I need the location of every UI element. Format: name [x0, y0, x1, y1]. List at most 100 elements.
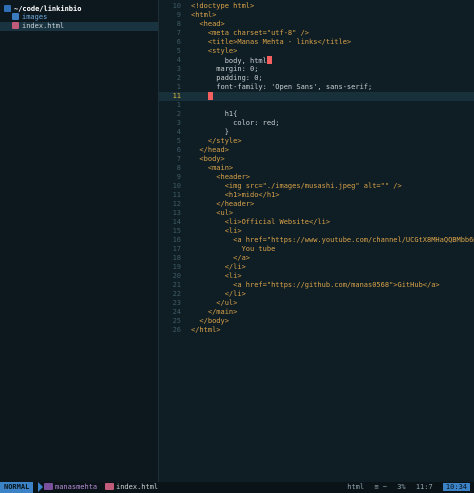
html-icon: [105, 483, 114, 490]
code-line[interactable]: <title>Manas Mehta - links</title>: [191, 38, 351, 47]
code-line[interactable]: <!doctype html>: [191, 2, 254, 11]
mode-separator: [38, 482, 43, 492]
line-number: 10: [172, 182, 181, 190]
line-number: 4: [176, 56, 181, 64]
line-number: 1: [176, 83, 181, 91]
code-line[interactable]: <img src="./images/musashi.jpeg" alt="" …: [191, 182, 402, 191]
line-number: 9: [176, 11, 181, 19]
line-number: 5: [176, 47, 181, 55]
code-line[interactable]: </style>: [191, 137, 242, 146]
code-line[interactable]: }: [191, 128, 229, 137]
line-number: 6: [176, 38, 181, 46]
code-line[interactable]: [191, 92, 213, 101]
code-line[interactable]: </li>: [191, 290, 246, 299]
line-number: 2: [176, 110, 181, 118]
line-number: 17: [172, 245, 181, 253]
line-number: 7: [176, 29, 181, 37]
line-number: 2: [176, 74, 181, 82]
line-number: 13: [172, 209, 181, 217]
line-number: 9: [176, 173, 181, 181]
text-cursor: [207, 92, 213, 100]
code-line[interactable]: </head>: [191, 146, 229, 155]
tree-item-label: index.html: [22, 22, 65, 30]
line-number: 5: [176, 137, 181, 145]
code-line[interactable]: <li>: [191, 272, 242, 281]
line-number: 21: [172, 281, 181, 289]
code-line[interactable]: </header>: [191, 200, 254, 209]
tree-item-label: images: [22, 13, 48, 21]
code-line[interactable]: </li>: [191, 263, 246, 272]
code-line[interactable]: </body>: [191, 317, 229, 326]
git-branch: manasmehta: [44, 482, 97, 493]
code-line[interactable]: <head>: [191, 20, 224, 29]
line-number: 8: [176, 164, 181, 172]
code-line[interactable]: <li>Official Website</li>: [191, 218, 330, 227]
code-line[interactable]: </a>: [191, 254, 250, 263]
tree-item-images[interactable]: images: [12, 13, 47, 22]
status-right: html ≡ ~ 3% 11:7 10:34: [341, 482, 470, 493]
encoding-label: ≡ ~: [374, 483, 387, 491]
code-line[interactable]: padding: 0;: [191, 74, 262, 83]
code-line[interactable]: <html>: [191, 11, 216, 20]
code-line[interactable]: color: red;: [191, 119, 279, 128]
code-line[interactable]: <style>: [191, 47, 238, 56]
git-branch-icon: [44, 483, 53, 490]
line-number: 10: [172, 2, 181, 10]
file-tree-panel[interactable]: ~/code/linkinbio images index.html: [0, 0, 159, 482]
line-number: 6: [176, 146, 181, 154]
scroll-percent: 3%: [397, 483, 406, 491]
tree-item-index-html[interactable]: index.html: [12, 22, 64, 31]
line-number: 3: [176, 119, 181, 127]
line-number: 8: [176, 20, 181, 28]
current-file: index.html: [105, 482, 158, 493]
filetype-label: html: [347, 483, 365, 491]
tree-root-label: ~/code/linkinbio: [14, 5, 82, 13]
code-line[interactable]: <meta charset="utf-8" />: [191, 29, 309, 38]
cursor-position: 11:7: [415, 483, 433, 491]
git-branch-label: manasmehta: [55, 483, 98, 491]
code-line[interactable]: </ul>: [191, 299, 237, 308]
line-number: 12: [172, 200, 181, 208]
code-line[interactable]: </html>: [191, 326, 221, 335]
line-number: 3: [176, 65, 181, 73]
line-number: 4: [176, 128, 181, 136]
line-number: 7: [176, 155, 181, 163]
code-line[interactable]: You tube: [191, 245, 276, 254]
line-number: 19: [172, 263, 181, 271]
terminal-window: ~/code/linkinbio images index.html 10 <!d…: [0, 0, 474, 493]
line-number: 16: [172, 236, 181, 244]
line-number: 25: [172, 317, 181, 325]
line-number: 15: [172, 227, 181, 235]
code-line[interactable]: <a href="https://www.youtube.com/channel…: [191, 236, 474, 245]
line-number: 23: [172, 299, 181, 307]
line-number: 11: [172, 191, 181, 199]
folder-icon: [4, 5, 11, 12]
code-line[interactable]: font-family: 'Open Sans', sans-serif;: [191, 83, 372, 92]
line-number: 1: [176, 101, 181, 109]
code-line[interactable]: h1{: [191, 110, 238, 119]
line-number: 22: [172, 290, 181, 298]
code-editor[interactable]: 10 <!doctype html> 9 <html> 8 <head> 7 <meta …: [159, 0, 474, 482]
code-line[interactable]: <li>: [191, 227, 242, 236]
folder-icon: [12, 13, 19, 20]
current-file-label: index.html: [116, 483, 159, 491]
code-line[interactable]: margin: 0;: [191, 65, 258, 74]
mode-indicator: NORMAL: [0, 482, 34, 493]
status-line: NORMAL manasmehta index.html html ≡ ~ 3%…: [0, 482, 474, 493]
code-line[interactable]: </main>: [191, 308, 238, 317]
code-line[interactable]: <body>: [191, 155, 224, 164]
clock: 10:34: [442, 483, 470, 491]
line-number: 26: [172, 326, 181, 334]
line-number: 20: [172, 272, 181, 280]
code-line[interactable]: <a href="https://github.com/manas0568">G…: [191, 281, 440, 290]
text-cursor: [266, 56, 272, 64]
html-file-icon: [12, 22, 19, 29]
line-number: 18: [172, 254, 181, 262]
code-line[interactable]: body, html: [191, 56, 272, 65]
code-line[interactable]: <main>: [191, 164, 233, 173]
line-number: 24: [172, 308, 181, 316]
code-line[interactable]: <h1>mido</h1>: [191, 191, 280, 200]
code-line[interactable]: <header>: [191, 173, 250, 182]
code-line[interactable]: <ul>: [191, 209, 233, 218]
line-number: 14: [172, 218, 181, 226]
